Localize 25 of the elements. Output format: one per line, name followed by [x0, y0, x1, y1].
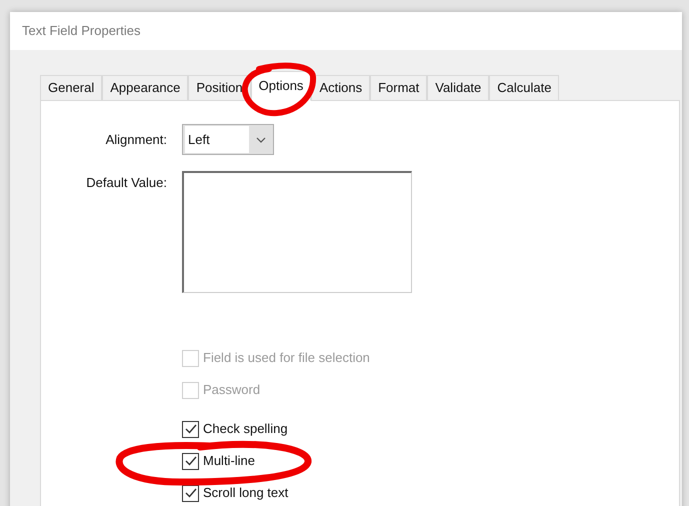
- tab[interactable]: Appearance: [102, 75, 188, 100]
- tab[interactable]: General: [40, 75, 102, 100]
- checkbox-label: Password: [203, 381, 260, 400]
- checkbox-label: Check spelling: [203, 420, 288, 438]
- chevron-down-icon: [256, 136, 266, 142]
- check-icon: [184, 456, 196, 466]
- tab[interactable]: Format: [370, 75, 428, 100]
- default-value-field[interactable]: [182, 171, 412, 293]
- check-icon: [184, 488, 196, 498]
- checkbox[interactable]: [182, 452, 199, 470]
- checkbox[interactable]: [182, 420, 199, 438]
- tab[interactable]: Actions: [311, 75, 370, 100]
- tab[interactable]: Validate: [427, 75, 490, 100]
- checkbox-label: Field is used for file selection: [203, 349, 370, 368]
- checkbox-label: Multi-line: [203, 452, 256, 470]
- check-icon: [184, 424, 196, 434]
- tab[interactable]: Position: [188, 75, 251, 100]
- alignment-label: Alignment:: [104, 130, 167, 149]
- alignment-dropdown[interactable]: Left: [182, 124, 274, 155]
- checkbox-label: Scroll long text: [203, 484, 288, 502]
- default-value-label: Default Value:: [85, 174, 167, 192]
- dropdown-value: Left: [185, 126, 249, 153]
- window-title: Text Field Properties: [22, 22, 140, 40]
- checkbox[interactable]: [182, 484, 199, 502]
- tab[interactable]: Calculate: [489, 75, 560, 100]
